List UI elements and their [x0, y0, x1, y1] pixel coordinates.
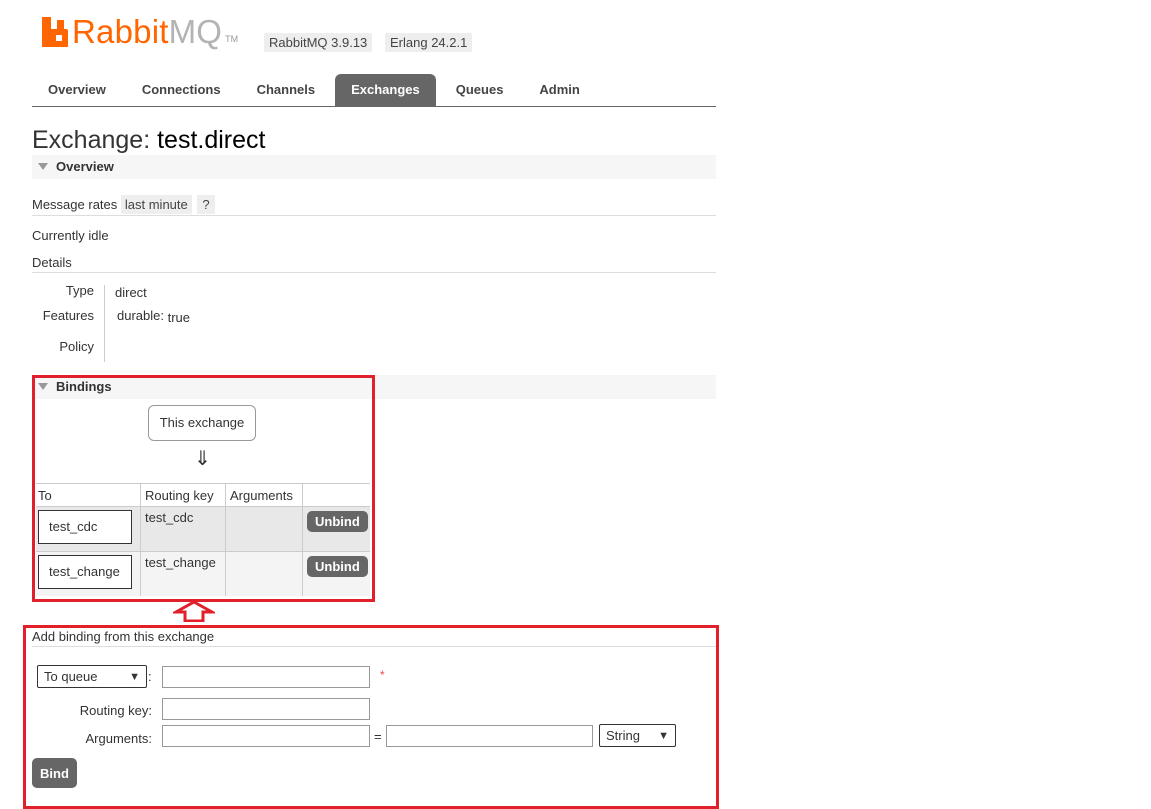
- details-heading: Details: [32, 255, 72, 270]
- hollow-up-arrow-icon: [173, 600, 215, 622]
- tab-overview[interactable]: Overview: [32, 74, 122, 106]
- overview-section-header[interactable]: Overview: [32, 155, 716, 179]
- overview-section-label: Overview: [56, 159, 114, 174]
- features-label: Features: [42, 308, 94, 323]
- policy-label: Policy: [59, 339, 94, 354]
- logo-brand-text: Rabbit: [72, 13, 169, 50]
- rabbitmq-logo[interactable]: RabbitMQ TM: [42, 14, 238, 50]
- routing-key-label: Routing key:: [79, 703, 152, 718]
- routing-key-input[interactable]: [162, 698, 370, 720]
- destination-type-value: To queue: [44, 669, 98, 684]
- details-separator: [104, 285, 105, 362]
- arguments-label: Arguments:: [85, 731, 152, 746]
- bindings-highlight-box: [32, 375, 375, 602]
- rabbitmq-version-badge: RabbitMQ 3.9.13: [264, 33, 373, 52]
- feature-key: durable:: [117, 308, 164, 323]
- argument-key-input[interactable]: [162, 725, 370, 747]
- tab-channels[interactable]: Channels: [241, 74, 332, 106]
- bind-button[interactable]: Bind: [32, 758, 77, 788]
- exchange-name: test.direct: [157, 126, 266, 154]
- tab-exchanges[interactable]: Exchanges: [335, 74, 436, 106]
- chevron-down-icon: ▼: [129, 670, 140, 683]
- colon-separator: :: [148, 669, 152, 684]
- rate-period-selector[interactable]: last minute: [120, 195, 192, 214]
- divider: [32, 272, 716, 273]
- feature-value: true: [167, 310, 191, 325]
- destination-type-select[interactable]: To queue ▼: [37, 665, 147, 688]
- type-value: direct: [115, 285, 147, 300]
- required-marker: *: [380, 668, 385, 682]
- divider: [32, 646, 716, 647]
- argument-type-value: String: [606, 728, 640, 743]
- message-rates-row: Message rates last minute ?: [32, 195, 215, 214]
- feature-durable: durable: true: [117, 308, 191, 325]
- add-binding-title: Add binding from this exchange: [32, 629, 215, 644]
- divider: [32, 215, 716, 216]
- tab-admin[interactable]: Admin: [523, 74, 595, 106]
- main-nav-tabs: Overview Connections Channels Exchanges …: [32, 74, 716, 107]
- message-rates-label: Message rates: [32, 197, 118, 212]
- status-text: Currently idle: [32, 228, 109, 243]
- tab-queues[interactable]: Queues: [440, 74, 520, 106]
- collapse-triangle-icon: [38, 163, 48, 170]
- page-title-prefix: Exchange:: [32, 126, 151, 154]
- chevron-down-icon: ▼: [658, 729, 669, 742]
- argument-type-select[interactable]: String ▼: [599, 724, 676, 747]
- type-label: Type: [65, 283, 94, 298]
- logo-suffix-text: MQ: [168, 13, 223, 50]
- tab-connections[interactable]: Connections: [126, 74, 237, 106]
- erlang-version-badge: Erlang 24.2.1: [385, 33, 473, 52]
- equals-sign: =: [374, 729, 382, 744]
- help-icon[interactable]: ?: [197, 195, 215, 214]
- argument-value-input[interactable]: [386, 725, 593, 747]
- rabbitmq-logo-icon: [42, 17, 68, 47]
- page-title: Exchange: test.direct: [32, 126, 265, 155]
- destination-name-input[interactable]: [162, 666, 370, 688]
- logo-trademark: TM: [225, 34, 239, 44]
